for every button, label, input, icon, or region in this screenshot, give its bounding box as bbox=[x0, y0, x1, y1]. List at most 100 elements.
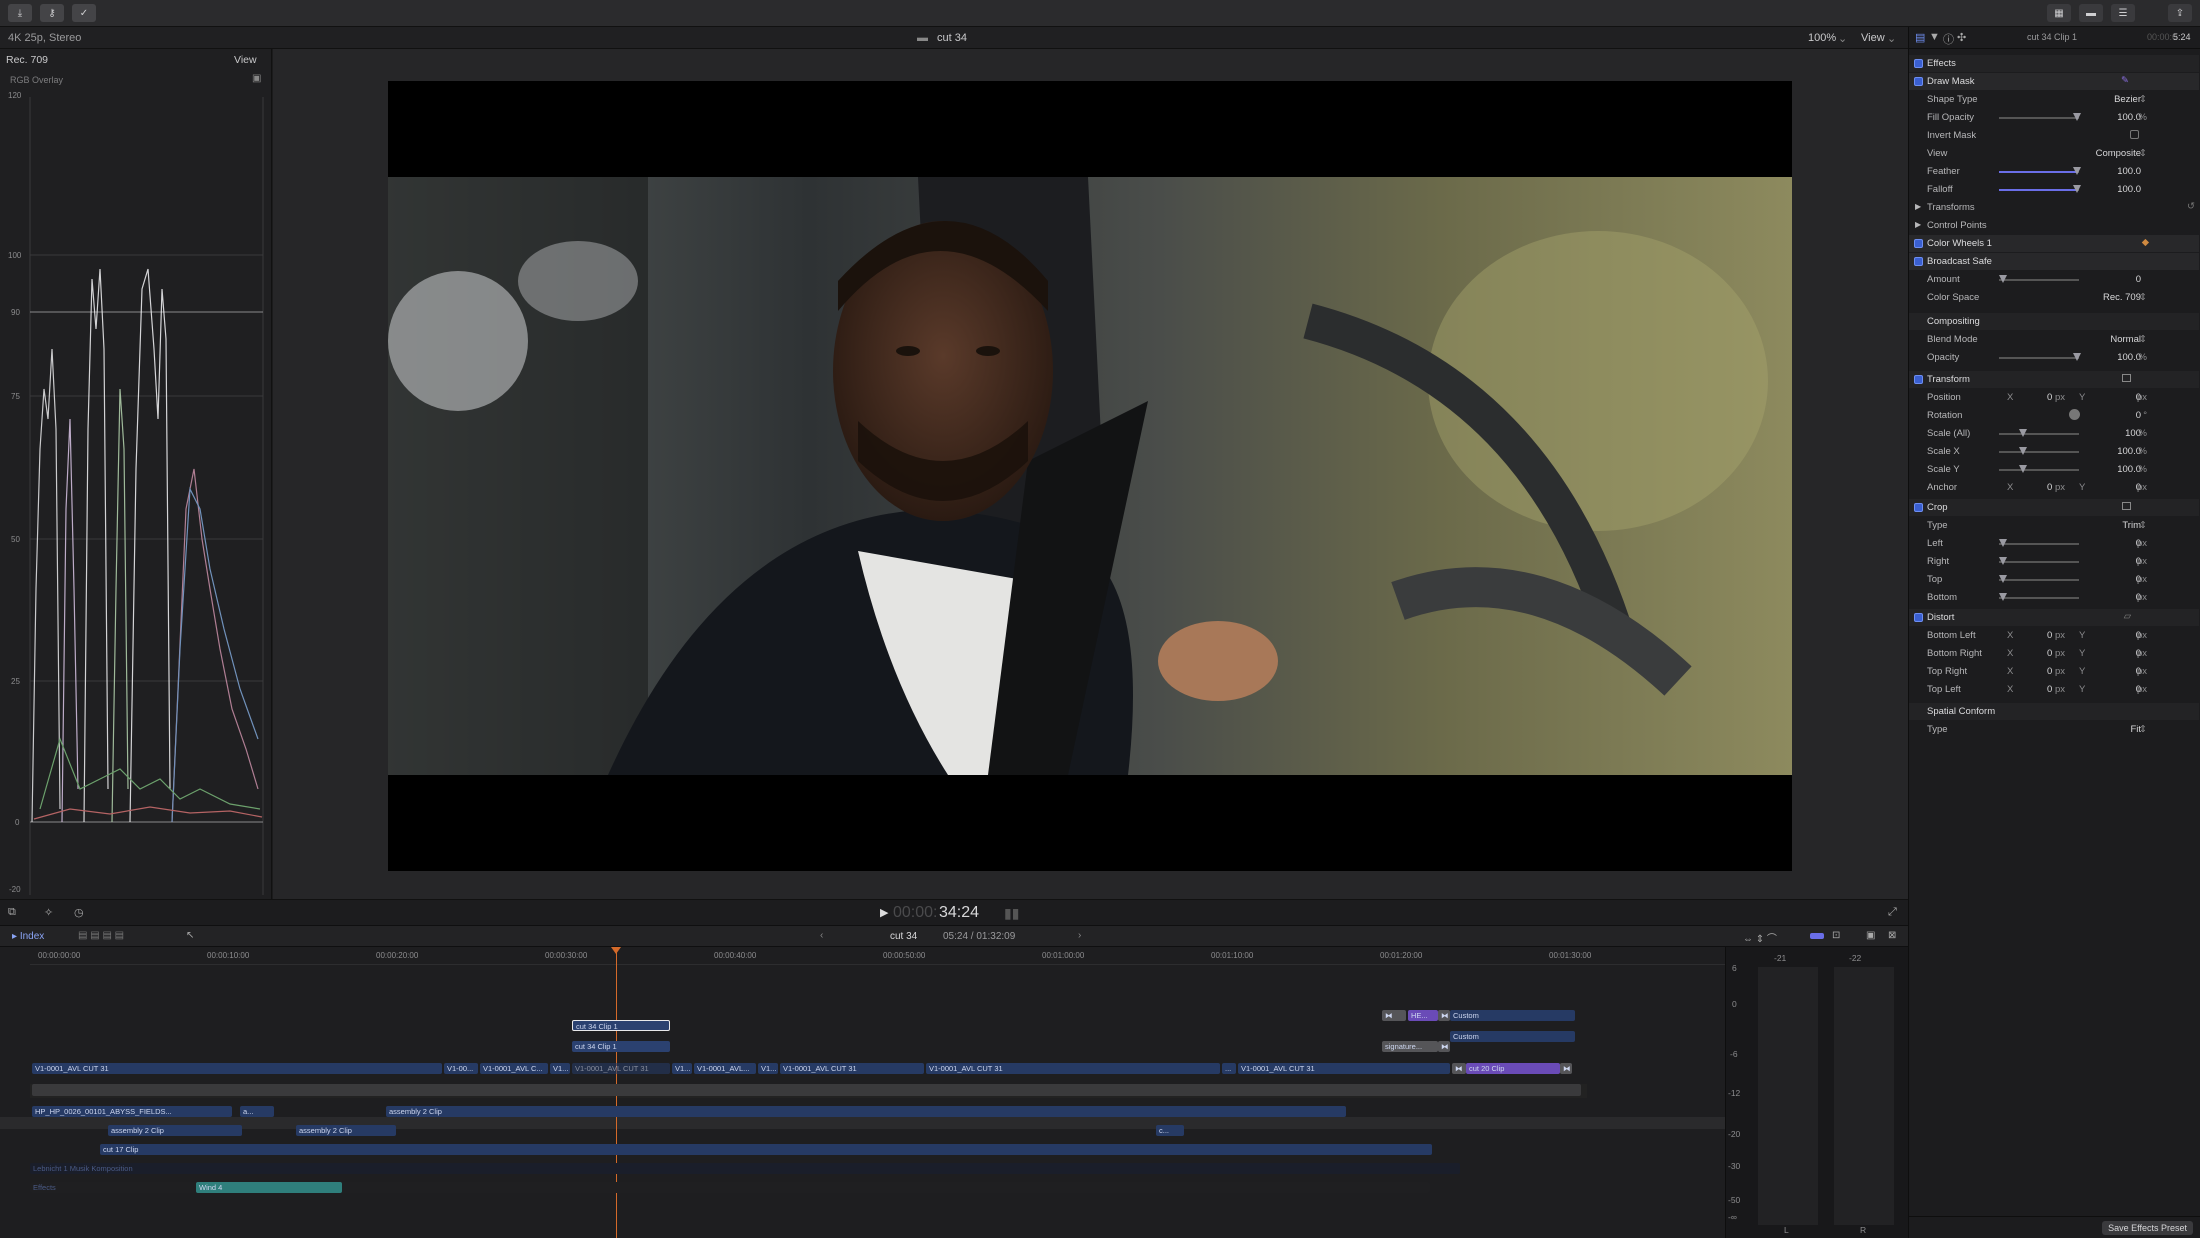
audio-clip[interactable]: assembly 2 Clip bbox=[108, 1125, 242, 1136]
audio-role-lane[interactable]: Lebnicht 1 Musik Komposition bbox=[30, 1163, 1460, 1174]
effects-checkbox[interactable] bbox=[1914, 59, 1923, 68]
scale-y-row[interactable]: Scale Y 100.0% bbox=[1909, 461, 2199, 478]
enhance-icon[interactable]: ✧ bbox=[44, 906, 53, 919]
spatial-conform-type-row[interactable]: Type Fit ⇕ bbox=[1909, 721, 2199, 738]
crop-left-slider[interactable] bbox=[1999, 539, 2079, 547]
rotation-value[interactable]: 0 bbox=[2136, 410, 2141, 421]
transforms-disclosure[interactable]: ▶ Transforms ↺ bbox=[1909, 199, 2199, 216]
timeline-ruler[interactable]: 00:00:00:00 00:00:10:00 00:00:20:00 00:0… bbox=[30, 947, 1725, 965]
inspector-layout-icon[interactable]: ☰ bbox=[2111, 4, 2135, 22]
slider-knob[interactable] bbox=[2019, 447, 2027, 455]
scale-x-value[interactable]: 100.0 bbox=[2117, 446, 2141, 457]
color-space-row[interactable]: Color Space Rec. 709 ⇕ bbox=[1909, 289, 2199, 306]
crop-left-row[interactable]: Left 0 px bbox=[1909, 535, 2199, 552]
amount-slider[interactable] bbox=[1999, 275, 2079, 283]
play-icon[interactable]: ▶ bbox=[880, 906, 888, 919]
title-clip[interactable]: HE... bbox=[1408, 1010, 1438, 1021]
crop-top-slider[interactable] bbox=[1999, 575, 2079, 583]
color-wheel-icon[interactable]: ◆ bbox=[2142, 237, 2149, 248]
audio-skimming-toggle[interactable] bbox=[1810, 933, 1824, 939]
storyline-clip[interactable]: V1-0001_AVL CUT 31 bbox=[1238, 1063, 1450, 1074]
fill-opacity-value[interactable]: 100.0 bbox=[2117, 112, 2141, 123]
crop-type-row[interactable]: Type Trim ⇕ bbox=[1909, 517, 2199, 534]
timeline-project-name[interactable]: cut 34 bbox=[890, 931, 917, 942]
scale-y-slider[interactable] bbox=[1999, 465, 2079, 473]
transform-section[interactable]: Transform bbox=[1909, 371, 2199, 388]
color-wheels-checkbox[interactable] bbox=[1914, 239, 1923, 248]
shape-type-row[interactable]: Shape Type Bezier ⇕ bbox=[1909, 91, 2199, 108]
feather-slider[interactable] bbox=[1999, 167, 2081, 175]
history-back-icon[interactable]: ‹ bbox=[820, 930, 823, 941]
checkmark-icon[interactable]: ✓ bbox=[72, 4, 96, 22]
import-icon[interactable]: ⤓ bbox=[8, 4, 32, 22]
transform-checkbox[interactable] bbox=[1914, 375, 1923, 384]
timeline-layout-icon[interactable]: ▬ bbox=[2079, 4, 2103, 22]
crop-section[interactable]: Crop bbox=[1909, 499, 2199, 516]
storyline-clip[interactable]: V1... bbox=[758, 1063, 778, 1074]
audio-clip[interactable]: HP_HP_0026_00101_ABYSS_FIELDS... bbox=[32, 1106, 232, 1117]
amount-value[interactable]: 0 bbox=[2136, 274, 2141, 285]
crop-bottom-row[interactable]: Bottom 0 px bbox=[1909, 589, 2199, 606]
audio-clip[interactable]: c... bbox=[1156, 1125, 1184, 1136]
falloff-value[interactable]: 100.0 bbox=[2117, 184, 2141, 195]
blend-mode-popup[interactable]: Normal bbox=[2110, 334, 2141, 345]
snapping-icon[interactable]: ⊡ bbox=[1832, 930, 1840, 941]
save-effects-preset-button[interactable]: Save Effects Preset bbox=[2102, 1221, 2193, 1235]
share-inspector-icon[interactable]: ✣ bbox=[1957, 31, 1966, 44]
opacity-row[interactable]: Opacity 100.0% bbox=[1909, 349, 2199, 366]
speed-icon[interactable]: ◷ bbox=[74, 906, 84, 919]
timecode-display[interactable]: 34:24 bbox=[939, 904, 979, 922]
storyline-clip[interactable]: ... bbox=[1222, 1063, 1236, 1074]
blend-mode-row[interactable]: Blend Mode Normal ⇕ bbox=[1909, 331, 2199, 348]
custom-clip[interactable]: Custom bbox=[1450, 1031, 1575, 1042]
slider-knob[interactable] bbox=[2073, 167, 2081, 175]
scope-view-dropdown[interactable]: View bbox=[234, 54, 257, 66]
opacity-value[interactable]: 100.0 bbox=[2117, 352, 2141, 363]
view-popup[interactable]: Composite bbox=[2096, 148, 2141, 159]
effects-browser-icon[interactable]: ⊠ bbox=[1888, 930, 1896, 941]
broadcast-safe-checkbox[interactable] bbox=[1914, 257, 1923, 266]
clip-appearance-icons[interactable]: ▤ ▤ ▤ ▤ bbox=[78, 930, 124, 941]
scale-all-row[interactable]: Scale (All) 100% bbox=[1909, 425, 2199, 442]
falloff-slider[interactable] bbox=[1999, 185, 2081, 193]
disclosure-triangle-icon[interactable]: ▶ bbox=[1915, 220, 1921, 229]
reset-icon[interactable]: ↺ bbox=[2187, 201, 2195, 212]
distort-onscreen-icon[interactable]: ▱ bbox=[2124, 611, 2131, 622]
fill-opacity-row[interactable]: Fill Opacity 100.0% bbox=[1909, 109, 2199, 126]
clip-appearance-icon[interactable]: ▣ bbox=[1866, 930, 1875, 941]
transition-icon[interactable]: ⧓ bbox=[1382, 1010, 1406, 1021]
storyline-clip[interactable]: V1... bbox=[550, 1063, 570, 1074]
position-row[interactable]: Position X 0 px Y 0 px bbox=[1909, 389, 2199, 406]
transition-icon[interactable]: ⧓ bbox=[1438, 1041, 1450, 1052]
audio-clip[interactable]: assembly 2 Clip bbox=[296, 1125, 396, 1136]
view-row[interactable]: View Composite ⇕ bbox=[1909, 145, 2199, 162]
info-inspector-icon[interactable]: ⓘ bbox=[1943, 31, 1954, 47]
zoom-dropdown[interactable]: 100% bbox=[1808, 32, 1836, 44]
slider-knob[interactable] bbox=[1999, 557, 2007, 565]
distort-section[interactable]: Distort ▱ bbox=[1909, 609, 2199, 626]
timeline-tool-icons[interactable]: ⇔ ⇕ ⌒ bbox=[1743, 930, 1777, 945]
transition-icon[interactable]: ⧓ bbox=[1452, 1063, 1466, 1074]
fullscreen-icon[interactable]: ⤢ bbox=[1888, 906, 1897, 919]
tr-x-value[interactable]: 0 bbox=[2047, 666, 2052, 677]
transition-icon[interactable]: ⧓ bbox=[1438, 1010, 1450, 1021]
invert-mask-row[interactable]: Invert Mask bbox=[1909, 127, 2199, 144]
storyline-clip[interactable]: V1... bbox=[672, 1063, 692, 1074]
shape-type-popup[interactable]: Bezier bbox=[2114, 94, 2141, 105]
connected-clip[interactable]: cut 34 Clip 1 bbox=[572, 1020, 670, 1031]
fill-opacity-slider[interactable] bbox=[1999, 113, 2081, 121]
index-button[interactable]: ▸ Index bbox=[12, 931, 44, 942]
audio-clip[interactable]: assembly 2 Clip bbox=[386, 1106, 1346, 1117]
crop-top-row[interactable]: Top 0 px bbox=[1909, 571, 2199, 588]
distort-checkbox[interactable] bbox=[1914, 613, 1923, 622]
control-points-disclosure[interactable]: ▶ Control Points bbox=[1909, 217, 2199, 234]
top-left-row[interactable]: Top Left X 0 px Y 0 px bbox=[1909, 681, 2199, 698]
audio-clip[interactable]: cut 17 Clip bbox=[100, 1144, 1432, 1155]
storyline-clip[interactable]: V1-0001_AVL CUT 31 bbox=[32, 1063, 442, 1074]
slider-knob[interactable] bbox=[1999, 575, 2007, 583]
slider-knob[interactable] bbox=[2019, 429, 2027, 437]
crop-right-row[interactable]: Right 0 px bbox=[1909, 553, 2199, 570]
storyline-clip[interactable]: V1-0001_AVL CUT 31 bbox=[780, 1063, 924, 1074]
storyline-clip[interactable]: cut 20 Clip bbox=[1466, 1063, 1560, 1074]
title-clip[interactable]: signature... bbox=[1382, 1041, 1438, 1052]
